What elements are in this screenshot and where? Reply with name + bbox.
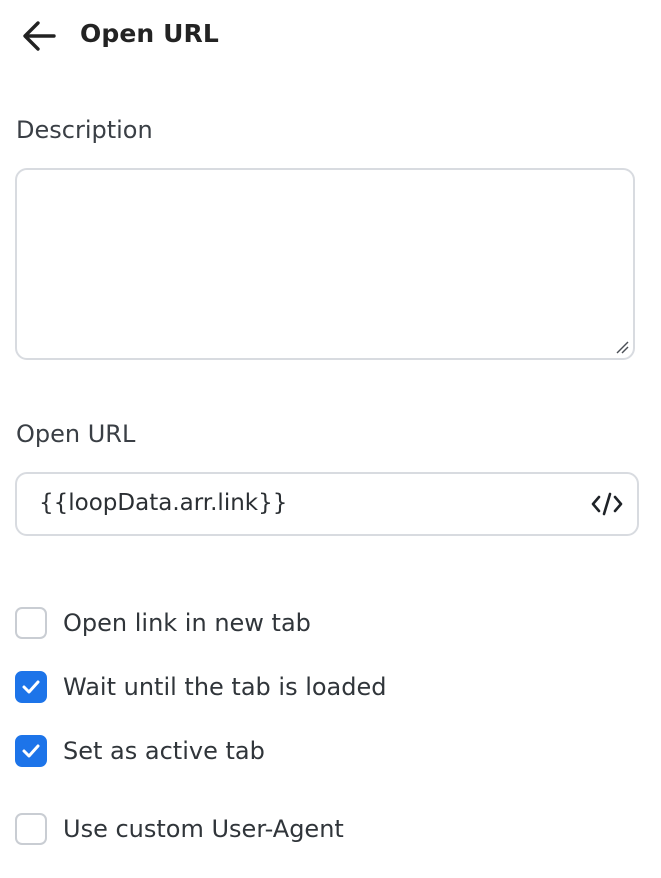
description-textarea[interactable]	[15, 168, 635, 360]
set-active-tab-label: Set as active tab	[63, 737, 265, 765]
check-icon	[22, 744, 40, 758]
header: Open URL	[0, 0, 661, 72]
description-label: Description	[16, 116, 153, 144]
wait-until-loaded-label: Wait until the tab is loaded	[63, 673, 387, 701]
option-custom-user-agent[interactable]: Use custom User-Agent	[15, 812, 344, 846]
code-icon	[591, 492, 623, 516]
resize-handle-icon[interactable]	[613, 338, 629, 354]
url-input-value: {{loopData.arr.link}}	[39, 490, 288, 516]
open-url-label: Open URL	[16, 420, 136, 448]
wait-until-loaded-checkbox[interactable]	[15, 671, 47, 703]
custom-user-agent-checkbox[interactable]	[15, 813, 47, 845]
arrow-left-icon	[23, 21, 56, 51]
option-open-new-tab[interactable]: Open link in new tab	[15, 606, 311, 640]
url-input[interactable]: {{loopData.arr.link}}	[15, 472, 639, 536]
option-wait-until-loaded[interactable]: Wait until the tab is loaded	[15, 670, 387, 704]
custom-user-agent-label: Use custom User-Agent	[63, 815, 344, 843]
code-editor-button[interactable]	[583, 480, 631, 528]
page-title: Open URL	[80, 19, 219, 48]
open-new-tab-label: Open link in new tab	[63, 609, 311, 637]
back-button[interactable]	[18, 16, 60, 56]
option-set-active-tab[interactable]: Set as active tab	[15, 734, 265, 768]
set-active-tab-checkbox[interactable]	[15, 735, 47, 767]
check-icon	[22, 680, 40, 694]
open-new-tab-checkbox[interactable]	[15, 607, 47, 639]
